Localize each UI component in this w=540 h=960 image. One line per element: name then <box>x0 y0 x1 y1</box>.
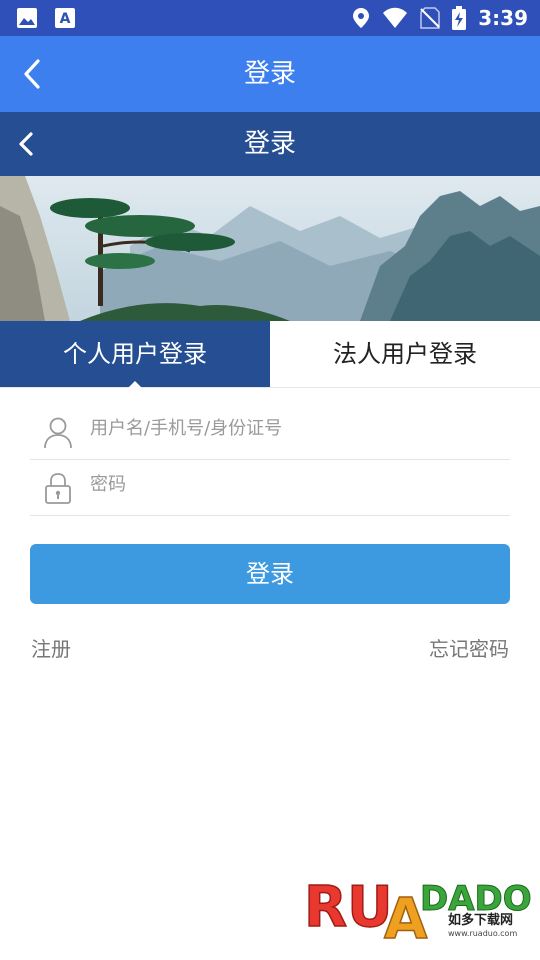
password-field[interactable]: 密码 <box>30 459 510 516</box>
tab-legal-login[interactable]: 法人用户登录 <box>270 321 540 387</box>
watermark-cn-text: 如多下载网 <box>448 912 513 928</box>
tab-personal-label: 个人用户登录 <box>63 340 207 368</box>
outer-app-bar: 登录 <box>0 36 540 112</box>
register-link[interactable]: 注册 <box>31 636 71 662</box>
password-input[interactable]: 密码 <box>90 473 126 497</box>
status-time: 3:39 <box>478 6 528 30</box>
landscape-banner <box>0 176 540 321</box>
page-title: 登录 <box>243 59 296 89</box>
active-tab-indicator <box>128 381 142 388</box>
watermark-logo-image: RU A DADO 如多下载网 www.ruaduo.com <box>302 868 532 953</box>
svg-text:RU: RU <box>304 875 393 940</box>
tab-personal-login[interactable]: 个人用户登录 <box>0 321 270 388</box>
svg-text:A: A <box>60 11 71 27</box>
tab-legal-label: 法人用户登录 <box>333 340 477 368</box>
username-field[interactable]: 用户名/手机号/身份证号 <box>30 403 510 460</box>
login-button[interactable]: 登录 <box>30 544 510 604</box>
inner-app-bar: 登录 <box>0 112 540 176</box>
status-bar: A 3:39 <box>0 0 540 36</box>
username-input[interactable]: 用户名/手机号/身份证号 <box>90 417 282 441</box>
user-icon <box>44 417 72 449</box>
inner-page-title: 登录 <box>243 129 296 159</box>
image-icon <box>17 8 37 28</box>
login-type-tabs: 个人用户登录 法人用户登录 <box>0 321 540 388</box>
wifi-icon <box>383 7 408 28</box>
location-icon <box>353 8 370 28</box>
lock-icon <box>45 473 71 504</box>
battery-charging-icon <box>452 6 467 30</box>
font-icon: A <box>55 8 75 28</box>
forgot-password-link[interactable]: 忘记密码 <box>429 636 509 662</box>
watermark-url: www.ruaduo.com <box>448 929 517 938</box>
mountain-landscape-image <box>0 176 540 321</box>
no-sim-icon <box>420 7 440 29</box>
watermark-logo: RU A DADO 如多下载网 www.ruaduo.com <box>302 868 532 953</box>
